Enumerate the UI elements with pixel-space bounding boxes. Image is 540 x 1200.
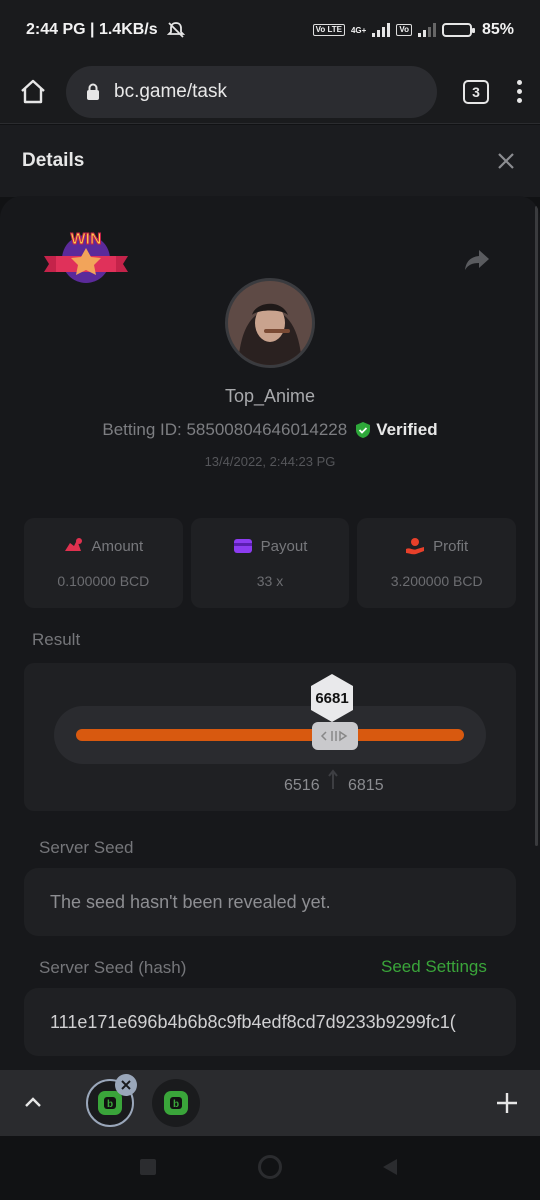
bet-details-card: WIN Top_Anime Betting ID: 58500804646014… bbox=[0, 196, 540, 1070]
stat-profit-label: Profit bbox=[433, 537, 469, 555]
win-badge-icon: WIN bbox=[44, 231, 128, 283]
browser-tab-strip: b b bbox=[0, 1070, 540, 1136]
arrow-up-icon bbox=[328, 769, 338, 789]
win-badge: WIN bbox=[42, 226, 130, 292]
username: Top_Anime bbox=[224, 386, 316, 406]
tab-switcher-button[interactable]: 3 bbox=[463, 79, 489, 104]
payout-icon bbox=[233, 539, 252, 553]
stats-row: Amount 0.100000 BCD Payout 33 x Profit 3… bbox=[24, 518, 517, 608]
betting-id: Betting ID: 58500804646014228 bbox=[102, 420, 348, 439]
page-title: Details bbox=[22, 150, 85, 171]
close-icon bbox=[498, 153, 514, 169]
signal-icon bbox=[372, 23, 391, 37]
result-panel: 6681 6516 6815 bbox=[24, 663, 516, 811]
bcgame-icon: b bbox=[164, 1091, 188, 1115]
result-value-badge: 6681 bbox=[309, 673, 355, 723]
server-seed-hash-label: Server Seed (hash) bbox=[39, 958, 187, 977]
stat-payout: Payout 33 x bbox=[190, 518, 350, 608]
network-type: 4G+ bbox=[350, 25, 367, 35]
result-label: Result bbox=[32, 630, 81, 649]
result-slider-handle[interactable] bbox=[312, 722, 358, 750]
close-button[interactable] bbox=[494, 149, 518, 173]
amount-icon bbox=[65, 538, 83, 551]
home-icon bbox=[21, 79, 45, 103]
volte-tag-2: Vo bbox=[396, 24, 412, 36]
avatar-image bbox=[228, 281, 312, 365]
battery-level: 85% bbox=[481, 21, 514, 38]
back-button[interactable] bbox=[381, 1157, 399, 1177]
mute-icon bbox=[166, 22, 185, 38]
url-text: bc.game/task bbox=[114, 80, 227, 102]
chevron-up-icon[interactable] bbox=[22, 1092, 44, 1114]
details-header: Details bbox=[0, 125, 540, 197]
seed-settings-link[interactable]: Seed Settings bbox=[381, 957, 487, 977]
slider-grip-icon bbox=[320, 730, 348, 742]
result-slider-track bbox=[54, 706, 486, 764]
signal-icon-2 bbox=[417, 23, 436, 37]
url-field[interactable]: bc.game/task bbox=[66, 65, 437, 118]
verified-badge: Verified bbox=[355, 420, 438, 440]
stat-profit: Profit 3.200000 BCD bbox=[357, 518, 517, 608]
lock-icon bbox=[87, 83, 99, 100]
status-time: 2:44 PG | 1.4KB/s bbox=[26, 21, 158, 38]
battery-icon bbox=[441, 23, 475, 37]
share-icon bbox=[465, 250, 489, 270]
result-value: 6681 bbox=[315, 689, 349, 707]
range-high: 6815 bbox=[348, 777, 384, 794]
system-nav-bar bbox=[0, 1136, 540, 1200]
result-slider-bar bbox=[76, 729, 464, 741]
shield-check-icon bbox=[356, 422, 371, 438]
svg-text:b: b bbox=[173, 1099, 179, 1110]
server-seed-hash-field[interactable]: 111e171e696b4b6b8c9fb4edf8cd7d9233b9299f… bbox=[24, 988, 516, 1056]
avatar bbox=[225, 278, 315, 368]
verified-label: Verified bbox=[376, 420, 438, 439]
stat-profit-value: 3.200000 BCD bbox=[390, 573, 483, 589]
svg-text:WIN: WIN bbox=[70, 231, 101, 248]
profit-icon bbox=[406, 538, 425, 555]
betting-id-row: Betting ID: 58500804646014228 Verified bbox=[0, 420, 540, 440]
server-seed-label: Server Seed bbox=[39, 838, 134, 857]
menu-button[interactable] bbox=[517, 80, 522, 103]
volte-tag: Vo LTE bbox=[312, 24, 345, 36]
recents-button[interactable] bbox=[140, 1159, 156, 1175]
home-nav-button[interactable] bbox=[258, 1155, 282, 1179]
share-button[interactable] bbox=[463, 248, 491, 272]
server-seed-field[interactable]: The seed hasn't been revealed yet. bbox=[24, 868, 516, 936]
close-icon bbox=[121, 1080, 131, 1090]
stat-amount-label: Amount bbox=[91, 537, 144, 555]
stat-amount: Amount 0.100000 BCD bbox=[24, 518, 183, 608]
status-bar: 2:44 PG | 1.4KB/s Vo LTE 4G+ Vo 85% bbox=[0, 0, 540, 60]
stat-payout-value: 33 x bbox=[256, 572, 284, 589]
stat-payout-label: Payout bbox=[260, 537, 308, 555]
close-tab-button[interactable] bbox=[115, 1074, 137, 1096]
bet-timestamp: 13/4/2022, 2:44:23 PG bbox=[204, 454, 336, 469]
scrollbar[interactable] bbox=[535, 206, 538, 846]
tab-thumbnail[interactable]: b bbox=[152, 1079, 200, 1127]
new-tab-button[interactable] bbox=[494, 1090, 520, 1116]
home-button[interactable] bbox=[18, 77, 48, 107]
svg-text:b: b bbox=[107, 1099, 113, 1110]
browser-toolbar: bc.game/task 3 bbox=[0, 60, 540, 124]
range-low: 6516 bbox=[284, 777, 320, 794]
stat-amount-value: 0.100000 BCD bbox=[57, 573, 150, 589]
